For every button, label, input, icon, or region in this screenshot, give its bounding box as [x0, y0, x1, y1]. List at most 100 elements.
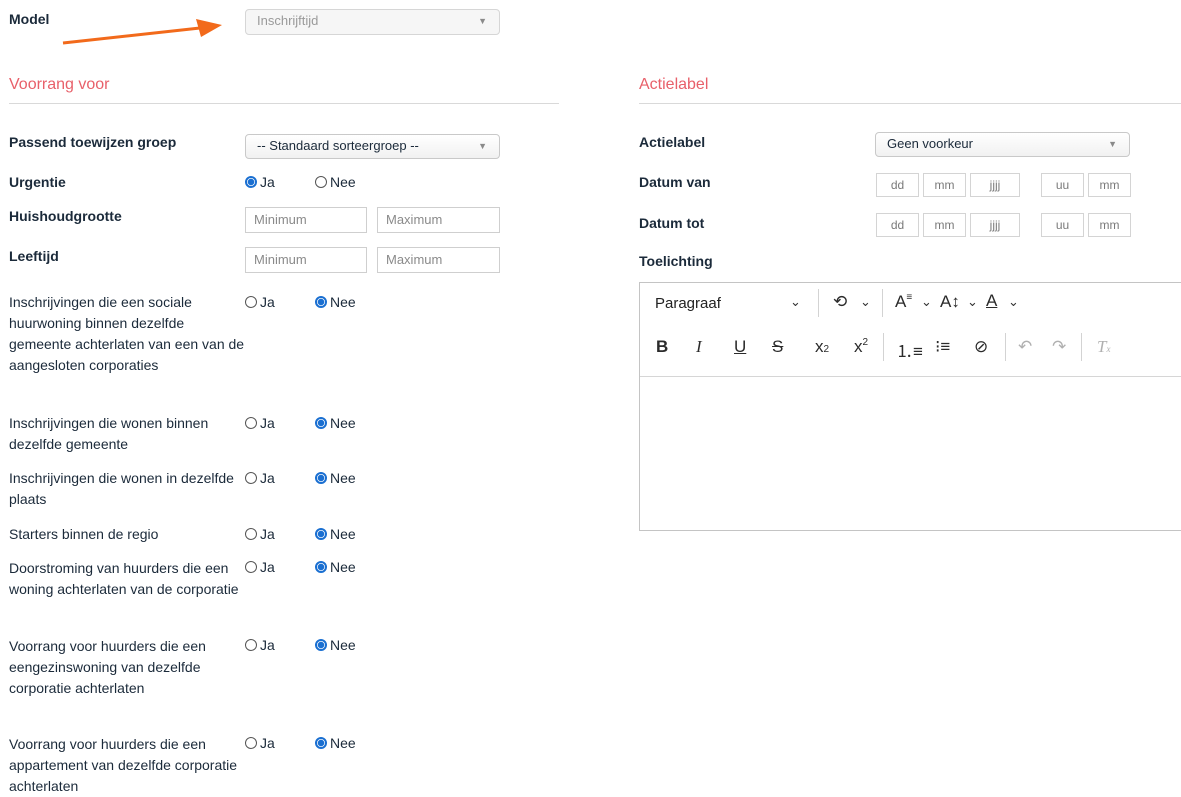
- question-yes[interactable]: Ja: [245, 414, 275, 431]
- actielabel-label: Actielabel: [639, 134, 706, 150]
- paragraph-style-dropdown[interactable]: Paragraaf: [655, 295, 721, 312]
- urgentie-label: Urgentie: [9, 174, 66, 190]
- radio-checked-icon: [315, 639, 327, 652]
- radio-label: Ja: [260, 526, 275, 543]
- find-replace-icon[interactable]: ⟲: [833, 292, 847, 312]
- editor-toolbar-row-2: B I U S x2 x2 ⒈≡ ⁝≡ ⊘ ↶ ↷ Tx: [640, 325, 1181, 369]
- question-text: Inschrijvingen die een sociale huurwonin…: [9, 294, 245, 373]
- age-max-input[interactable]: Maximum: [377, 247, 500, 273]
- date-from-label: Datum van: [639, 174, 711, 190]
- question-yes[interactable]: Ja: [245, 293, 275, 310]
- question-no[interactable]: Nee: [315, 636, 356, 653]
- chevron-down-icon: ▼: [478, 16, 487, 26]
- age-min-input[interactable]: Minimum: [245, 247, 367, 273]
- radio-unchecked-icon: [245, 528, 257, 541]
- radio-label: Nee: [330, 735, 356, 752]
- date-to-minute[interactable]: mm: [1088, 213, 1131, 237]
- redo-icon[interactable]: ↷: [1052, 337, 1066, 357]
- question-no[interactable]: Nee: [315, 414, 356, 431]
- radio-label: Nee: [330, 470, 356, 487]
- group-label: Passend toewijzen groep: [9, 134, 177, 150]
- question-no[interactable]: Nee: [315, 525, 356, 542]
- chevron-down-icon[interactable]: ⌄: [860, 294, 871, 310]
- toolbar-separator: [1081, 333, 1082, 361]
- model-select-value: Inschrijftijd: [257, 13, 319, 28]
- italic-icon[interactable]: I: [696, 337, 702, 357]
- question-yes[interactable]: Ja: [245, 525, 275, 542]
- radio-unchecked-icon: [245, 417, 257, 430]
- question-yes[interactable]: Ja: [245, 734, 275, 751]
- actielabel-select[interactable]: Geen voorkeur ▼: [875, 132, 1130, 157]
- clear-formatting-icon[interactable]: Tx: [1097, 337, 1110, 357]
- radio-label: Ja: [260, 415, 275, 432]
- question-no[interactable]: Nee: [315, 734, 356, 751]
- question-yes[interactable]: Ja: [245, 558, 275, 575]
- toolbar-separator: [1005, 333, 1006, 361]
- date-to-year[interactable]: jjjj: [970, 213, 1020, 237]
- date-from-day[interactable]: dd: [876, 173, 919, 197]
- radio-unchecked-icon: [245, 296, 257, 309]
- chevron-down-icon[interactable]: ⌄: [921, 294, 932, 310]
- date-to-label: Datum tot: [639, 215, 705, 231]
- numbered-list-icon[interactable]: ⒈≡: [896, 337, 923, 362]
- household-min-input[interactable]: Minimum: [245, 207, 367, 233]
- group-select[interactable]: -- Standaard sorteergroep -- ▼: [245, 134, 500, 159]
- date-to-day[interactable]: dd: [876, 213, 919, 237]
- question-text: Voorrang voor huurders die een apparteme…: [9, 736, 238, 794]
- date-from-minute[interactable]: mm: [1088, 173, 1131, 197]
- radio-label: Nee: [330, 637, 356, 654]
- question-text: Inschrijvingen die wonen binnen dezelfde…: [9, 415, 209, 452]
- question-text: Voorrang voor huurders die een eengezins…: [9, 638, 206, 696]
- chevron-down-icon: ▼: [1108, 139, 1117, 149]
- editor-toolbar-row-1: Paragraaf ⌄ ⟲ ⌄ A≡ ⌄ A↕ ⌄ A ⌄: [640, 283, 1181, 325]
- undo-icon[interactable]: ↶: [1018, 337, 1032, 357]
- bold-icon[interactable]: B: [656, 337, 668, 357]
- radio-label: Nee: [330, 526, 356, 543]
- urgentie-no[interactable]: Nee: [315, 173, 356, 190]
- question-no[interactable]: Nee: [315, 469, 356, 486]
- link-icon[interactable]: ⊘: [974, 337, 988, 357]
- question-no[interactable]: Nee: [315, 293, 356, 310]
- editor-content-area[interactable]: [640, 377, 1181, 531]
- radio-checked-icon: [315, 296, 327, 309]
- font-color-icon[interactable]: A: [986, 291, 997, 311]
- toolbar-separator: [882, 289, 883, 317]
- chevron-down-icon[interactable]: ⌄: [1008, 294, 1019, 310]
- group-select-value: -- Standaard sorteergroep --: [257, 138, 419, 153]
- strikethrough-icon[interactable]: S: [772, 337, 783, 357]
- chevron-down-icon[interactable]: ⌄: [967, 294, 978, 310]
- radio-unchecked-icon: [245, 639, 257, 652]
- question-text: Doorstroming van huurders die een woning…: [9, 560, 239, 597]
- font-family-icon[interactable]: A≡: [895, 292, 912, 312]
- section-title-actielabel: Actielabel: [639, 76, 709, 93]
- chevron-down-icon[interactable]: ⌄: [790, 294, 801, 310]
- question-yes[interactable]: Ja: [245, 469, 275, 486]
- subscript-icon[interactable]: x2: [815, 337, 829, 357]
- radio-label: Ja: [260, 294, 275, 311]
- radio-label: Ja: [260, 174, 275, 191]
- radio-label: Ja: [260, 559, 275, 576]
- radio-label: Nee: [330, 415, 356, 432]
- radio-unchecked-icon: [315, 176, 327, 189]
- date-from-year[interactable]: jjjj: [970, 173, 1020, 197]
- radio-unchecked-icon: [245, 472, 257, 485]
- bulleted-list-icon[interactable]: ⁝≡: [935, 337, 950, 357]
- toolbar-separator: [883, 333, 884, 361]
- superscript-icon[interactable]: x2: [854, 337, 868, 357]
- radio-checked-icon: [315, 528, 327, 541]
- household-max-input[interactable]: Maximum: [377, 207, 500, 233]
- model-select[interactable]: Inschrijftijd ▼: [245, 9, 500, 35]
- radio-label: Ja: [260, 637, 275, 654]
- question-yes[interactable]: Ja: [245, 636, 275, 653]
- date-from-hour[interactable]: uu: [1041, 173, 1084, 197]
- date-to-month[interactable]: mm: [923, 213, 966, 237]
- radio-unchecked-icon: [245, 737, 257, 750]
- urgentie-yes[interactable]: Ja: [245, 173, 275, 190]
- question-text: Inschrijvingen die wonen in dezelfde pla…: [9, 470, 234, 507]
- date-to-hour[interactable]: uu: [1041, 213, 1084, 237]
- question-no[interactable]: Nee: [315, 558, 356, 575]
- underline-icon[interactable]: U: [734, 337, 746, 357]
- radio-unchecked-icon: [245, 561, 257, 574]
- date-from-month[interactable]: mm: [923, 173, 966, 197]
- font-size-icon[interactable]: A↕: [940, 292, 960, 312]
